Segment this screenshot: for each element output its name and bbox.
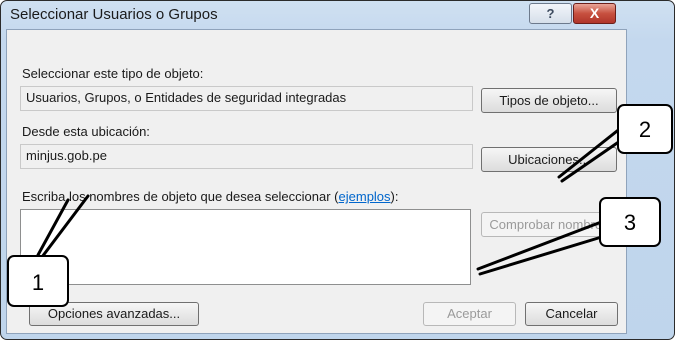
callout-pointer-lines: [36, 114, 638, 276]
callout-3-pointer-b: [478, 230, 620, 276]
callout-1: 1: [7, 255, 69, 307]
callout-3-pointer-a: [476, 214, 619, 271]
callout-2: 2: [617, 104, 673, 154]
callout-3: 3: [599, 197, 661, 247]
